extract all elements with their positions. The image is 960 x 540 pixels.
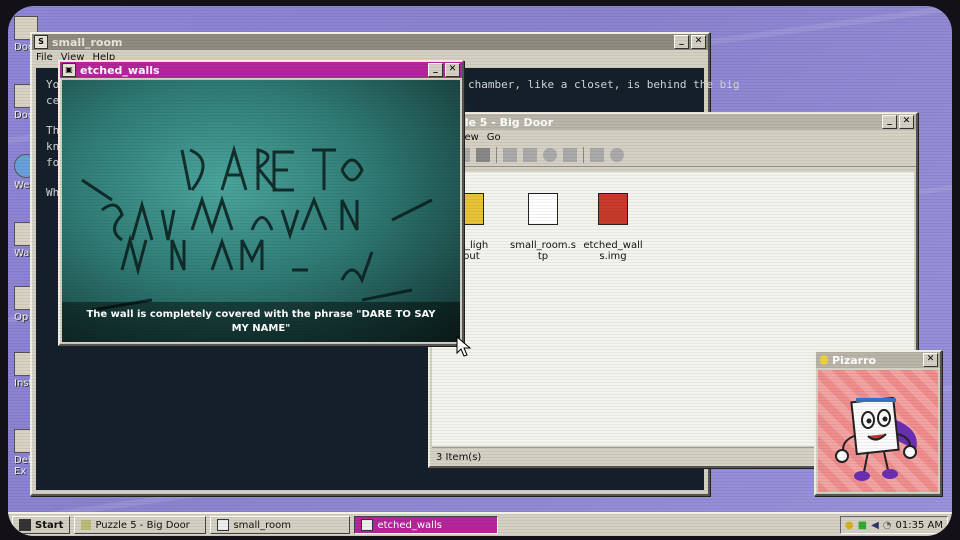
menu-file[interactable]: File	[36, 52, 53, 63]
explorer-toolbar	[430, 144, 916, 167]
explorer-titlebar[interactable]: Puzzle 5 - Big Door _ ✕	[430, 114, 916, 130]
toolbar-divider	[496, 147, 497, 163]
image-caption: The wall is completely covered with the …	[62, 302, 460, 342]
start-logo-icon	[19, 519, 31, 531]
settings-icon[interactable]	[543, 148, 557, 162]
pizarro-mascot-icon[interactable]	[818, 370, 938, 490]
pizarro-panel	[818, 370, 938, 492]
print-icon[interactable]	[563, 148, 577, 162]
explorer-menubar: dit View Go	[430, 130, 916, 144]
image-icon	[598, 193, 628, 225]
close-button[interactable]: ✕	[923, 353, 938, 367]
minimize-button[interactable]: _	[428, 63, 443, 77]
small-room-title: small_room	[52, 35, 123, 49]
taskbar: Start Puzzle 5 - Big Door small_room etc…	[8, 512, 952, 536]
folder-icon	[81, 520, 92, 530]
lightbulb-icon[interactable]: ●	[845, 520, 854, 531]
copy-icon[interactable]	[523, 148, 537, 162]
close-button[interactable]: ✕	[445, 63, 460, 77]
wall-scratches	[81, 144, 433, 312]
pizarro-titlebar[interactable]: Pizarro ✕	[816, 352, 940, 368]
mouse-cursor-icon	[456, 336, 472, 357]
etched-walls-window[interactable]: ▣ etched_walls _ ✕ The wall is completel…	[58, 60, 464, 346]
menu-go[interactable]: Go	[487, 132, 501, 143]
task-small-room[interactable]: small_room	[210, 516, 351, 534]
image-icon	[361, 519, 374, 531]
task-etched-walls[interactable]: etched_walls	[354, 516, 499, 534]
item-count: 3 Item(s)	[436, 451, 482, 463]
cut-icon[interactable]	[503, 148, 517, 162]
minimize-button[interactable]: _	[882, 115, 897, 129]
refresh-icon[interactable]	[610, 148, 624, 162]
close-button[interactable]: ✕	[691, 35, 706, 49]
image-icon: ▣	[62, 63, 76, 77]
small-room-titlebar[interactable]: S small_room _ ✕	[32, 34, 708, 50]
properties-icon[interactable]	[590, 148, 604, 162]
etched-walls-title: etched_walls	[80, 63, 160, 77]
volume-icon[interactable]: ◀	[871, 520, 879, 531]
start-button[interactable]: Start	[12, 516, 71, 534]
toolbar-divider	[583, 147, 584, 163]
document-icon	[217, 519, 230, 531]
etched-walls-titlebar[interactable]: ▣ etched_walls _ ✕	[60, 62, 462, 78]
document-icon: S	[34, 35, 48, 49]
document-icon	[528, 193, 558, 225]
explorer-title: Puzzle 5 - Big Door	[436, 115, 554, 129]
close-button[interactable]: ✕	[899, 115, 914, 129]
etched-walls-image: The wall is completely covered with the …	[62, 80, 460, 342]
file-item-small-room[interactable]: small_room.s tp	[508, 182, 578, 273]
system-tray: ● ■ ◀ ◔ 01:35 AM	[839, 516, 948, 534]
up-folder-icon[interactable]	[476, 148, 490, 162]
pizarro-window[interactable]: Pizarro ✕	[814, 350, 942, 496]
file-item-etched-walls[interactable]: etched_wall s.img	[578, 182, 648, 273]
desktop: Doc Doc Web Wa Op Inst Del Ex S small_ro…	[8, 6, 952, 536]
clock-icon: ◔	[882, 519, 892, 531]
lightbulb-icon	[820, 355, 828, 365]
pizarro-title: Pizarro	[832, 353, 877, 367]
clock-time: 01:35 AM	[895, 519, 943, 531]
network-icon[interactable]: ■	[858, 520, 867, 531]
task-puzzle-5[interactable]: Puzzle 5 - Big Door	[74, 516, 207, 534]
minimize-button[interactable]: _	[674, 35, 689, 49]
